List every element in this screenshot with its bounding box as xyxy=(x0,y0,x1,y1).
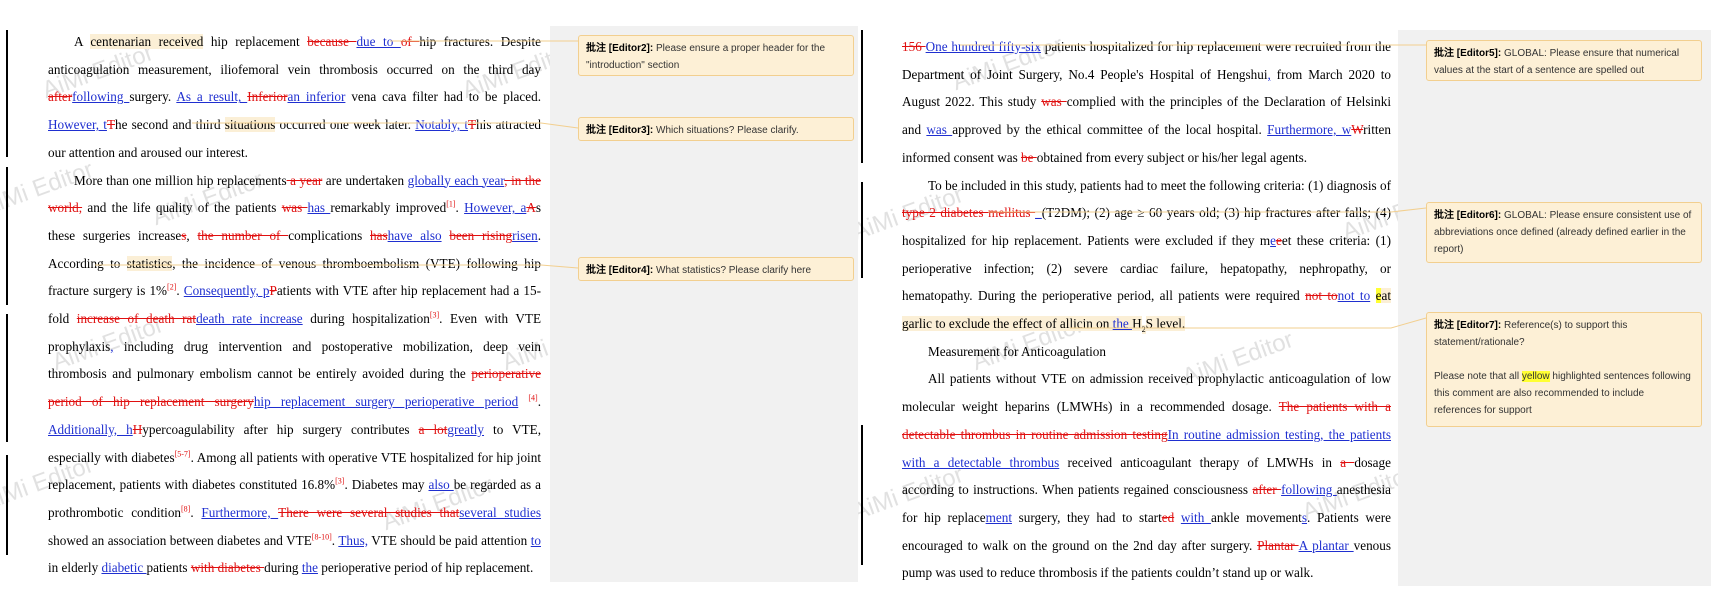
comment-editor5[interactable]: 批注 [Editor5]: GLOBAL: Please ensure that… xyxy=(1426,40,1702,81)
comment-author: 批注 [Editor5]: xyxy=(1434,48,1502,59)
left-page-body: A centenarian received hip replacement b… xyxy=(48,28,541,582)
anticoagulation-paragraph: All patients without VTE on admission re… xyxy=(902,371,1391,581)
comment-author: 批注 [Editor2]: xyxy=(586,43,654,54)
comment-margin-left xyxy=(550,26,858,582)
comment-editor6[interactable]: 批注 [Editor6]: GLOBAL: Please ensure cons… xyxy=(1426,202,1702,263)
criteria-paragraph: To be included in this study, patients h… xyxy=(902,177,1391,334)
section-heading: Measurement for Anticoagulation xyxy=(928,343,1106,359)
change-bar xyxy=(861,30,863,163)
comment-header: 批注 [Editor7]: Reference(s) to support th… xyxy=(1434,317,1694,351)
patients-paragraph: 156 One hundred fifty-six patients hospi… xyxy=(902,39,1392,165)
right-page-body: 156 One hundred fifty-six patients hospi… xyxy=(902,33,1391,587)
change-bar xyxy=(861,425,863,565)
comment-author: 批注 [Editor4]: xyxy=(586,265,654,276)
comment-editor2[interactable]: 批注 [Editor2]: Please ensure a proper hea… xyxy=(578,35,854,76)
change-bar xyxy=(861,182,863,278)
comment-author: 批注 [Editor3]: xyxy=(586,125,654,136)
comment-text: Which situations? Please clarify. xyxy=(656,125,799,136)
change-bar xyxy=(6,30,8,157)
comment-note: Please note that all yellow highlighted … xyxy=(1434,371,1691,416)
change-bar xyxy=(6,167,8,305)
change-bar xyxy=(6,362,8,442)
change-bar xyxy=(6,455,8,555)
comment-margin-right xyxy=(1398,30,1711,586)
comment-editor3[interactable]: 批注 [Editor3]: Which situations? Please c… xyxy=(578,117,854,141)
case-report-paragraph: A centenarian received hip replacement b… xyxy=(48,34,542,160)
comment-author: 批注 [Editor6]: xyxy=(1434,210,1502,221)
comment-author: 批注 [Editor7]: xyxy=(1434,320,1502,331)
comment-editor4[interactable]: 批注 [Editor4]: What statistics? Please cl… xyxy=(578,257,854,281)
introduction-paragraph: More than one million hip replacements a… xyxy=(48,172,542,576)
comment-editor7[interactable]: 批注 [Editor7]: Reference(s) to support th… xyxy=(1426,312,1702,427)
comment-text: What statistics? Please clarify here xyxy=(656,265,812,276)
